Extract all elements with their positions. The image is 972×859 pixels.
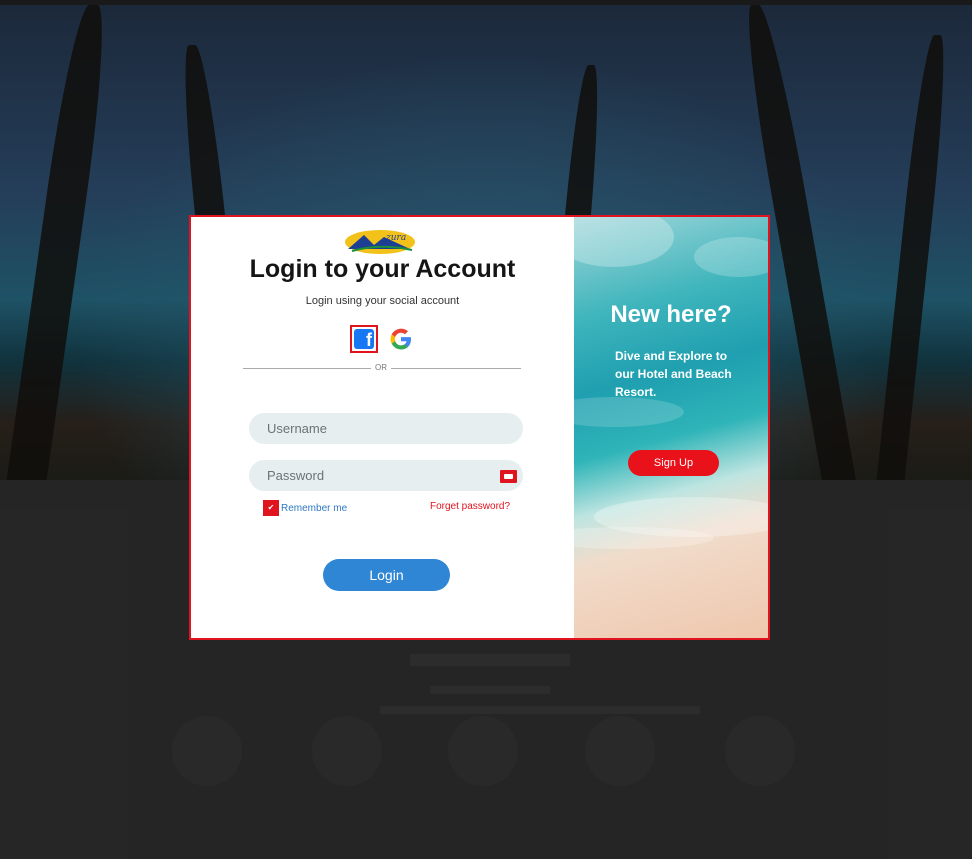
remember-me-checkbox[interactable]: ✔ bbox=[263, 500, 279, 516]
login-button[interactable]: Login bbox=[323, 559, 450, 591]
password-input[interactable] bbox=[249, 460, 523, 491]
or-separator: OR bbox=[375, 363, 387, 372]
page-title: Login to your Account bbox=[249, 255, 516, 283]
signup-tagline: Dive and Explore to our Hotel and Beach … bbox=[615, 349, 732, 399]
login-panel: zura Login to your Account Login using y… bbox=[191, 217, 574, 638]
password-visibility-icon[interactable] bbox=[500, 470, 517, 483]
google-icon bbox=[390, 328, 411, 350]
social-login-subtitle: Login using your social account bbox=[305, 295, 460, 307]
login-modal: zura Login to your Account Login using y… bbox=[189, 215, 770, 640]
divider-right bbox=[391, 368, 521, 369]
facebook-icon: f bbox=[354, 329, 374, 349]
remember-me-row[interactable]: ✔ Remember me bbox=[263, 500, 347, 516]
username-input[interactable] bbox=[249, 413, 523, 444]
checkbox-check-icon: ✔ bbox=[267, 503, 275, 512]
forgot-password-link[interactable]: Forget password? bbox=[430, 501, 510, 512]
divider-left bbox=[243, 368, 371, 369]
signup-button[interactable]: Sign Up bbox=[628, 450, 719, 476]
signup-panel: New here? Dive and Explore to our Hotel … bbox=[574, 217, 768, 638]
svg-text:zura: zura bbox=[385, 233, 406, 243]
signup-heading: New here? bbox=[610, 301, 732, 328]
remember-me-label[interactable]: Remember me bbox=[281, 503, 347, 514]
azura-logo: zura bbox=[345, 230, 415, 254]
facebook-login-button[interactable]: f bbox=[350, 325, 378, 353]
google-login-button[interactable] bbox=[388, 326, 414, 352]
